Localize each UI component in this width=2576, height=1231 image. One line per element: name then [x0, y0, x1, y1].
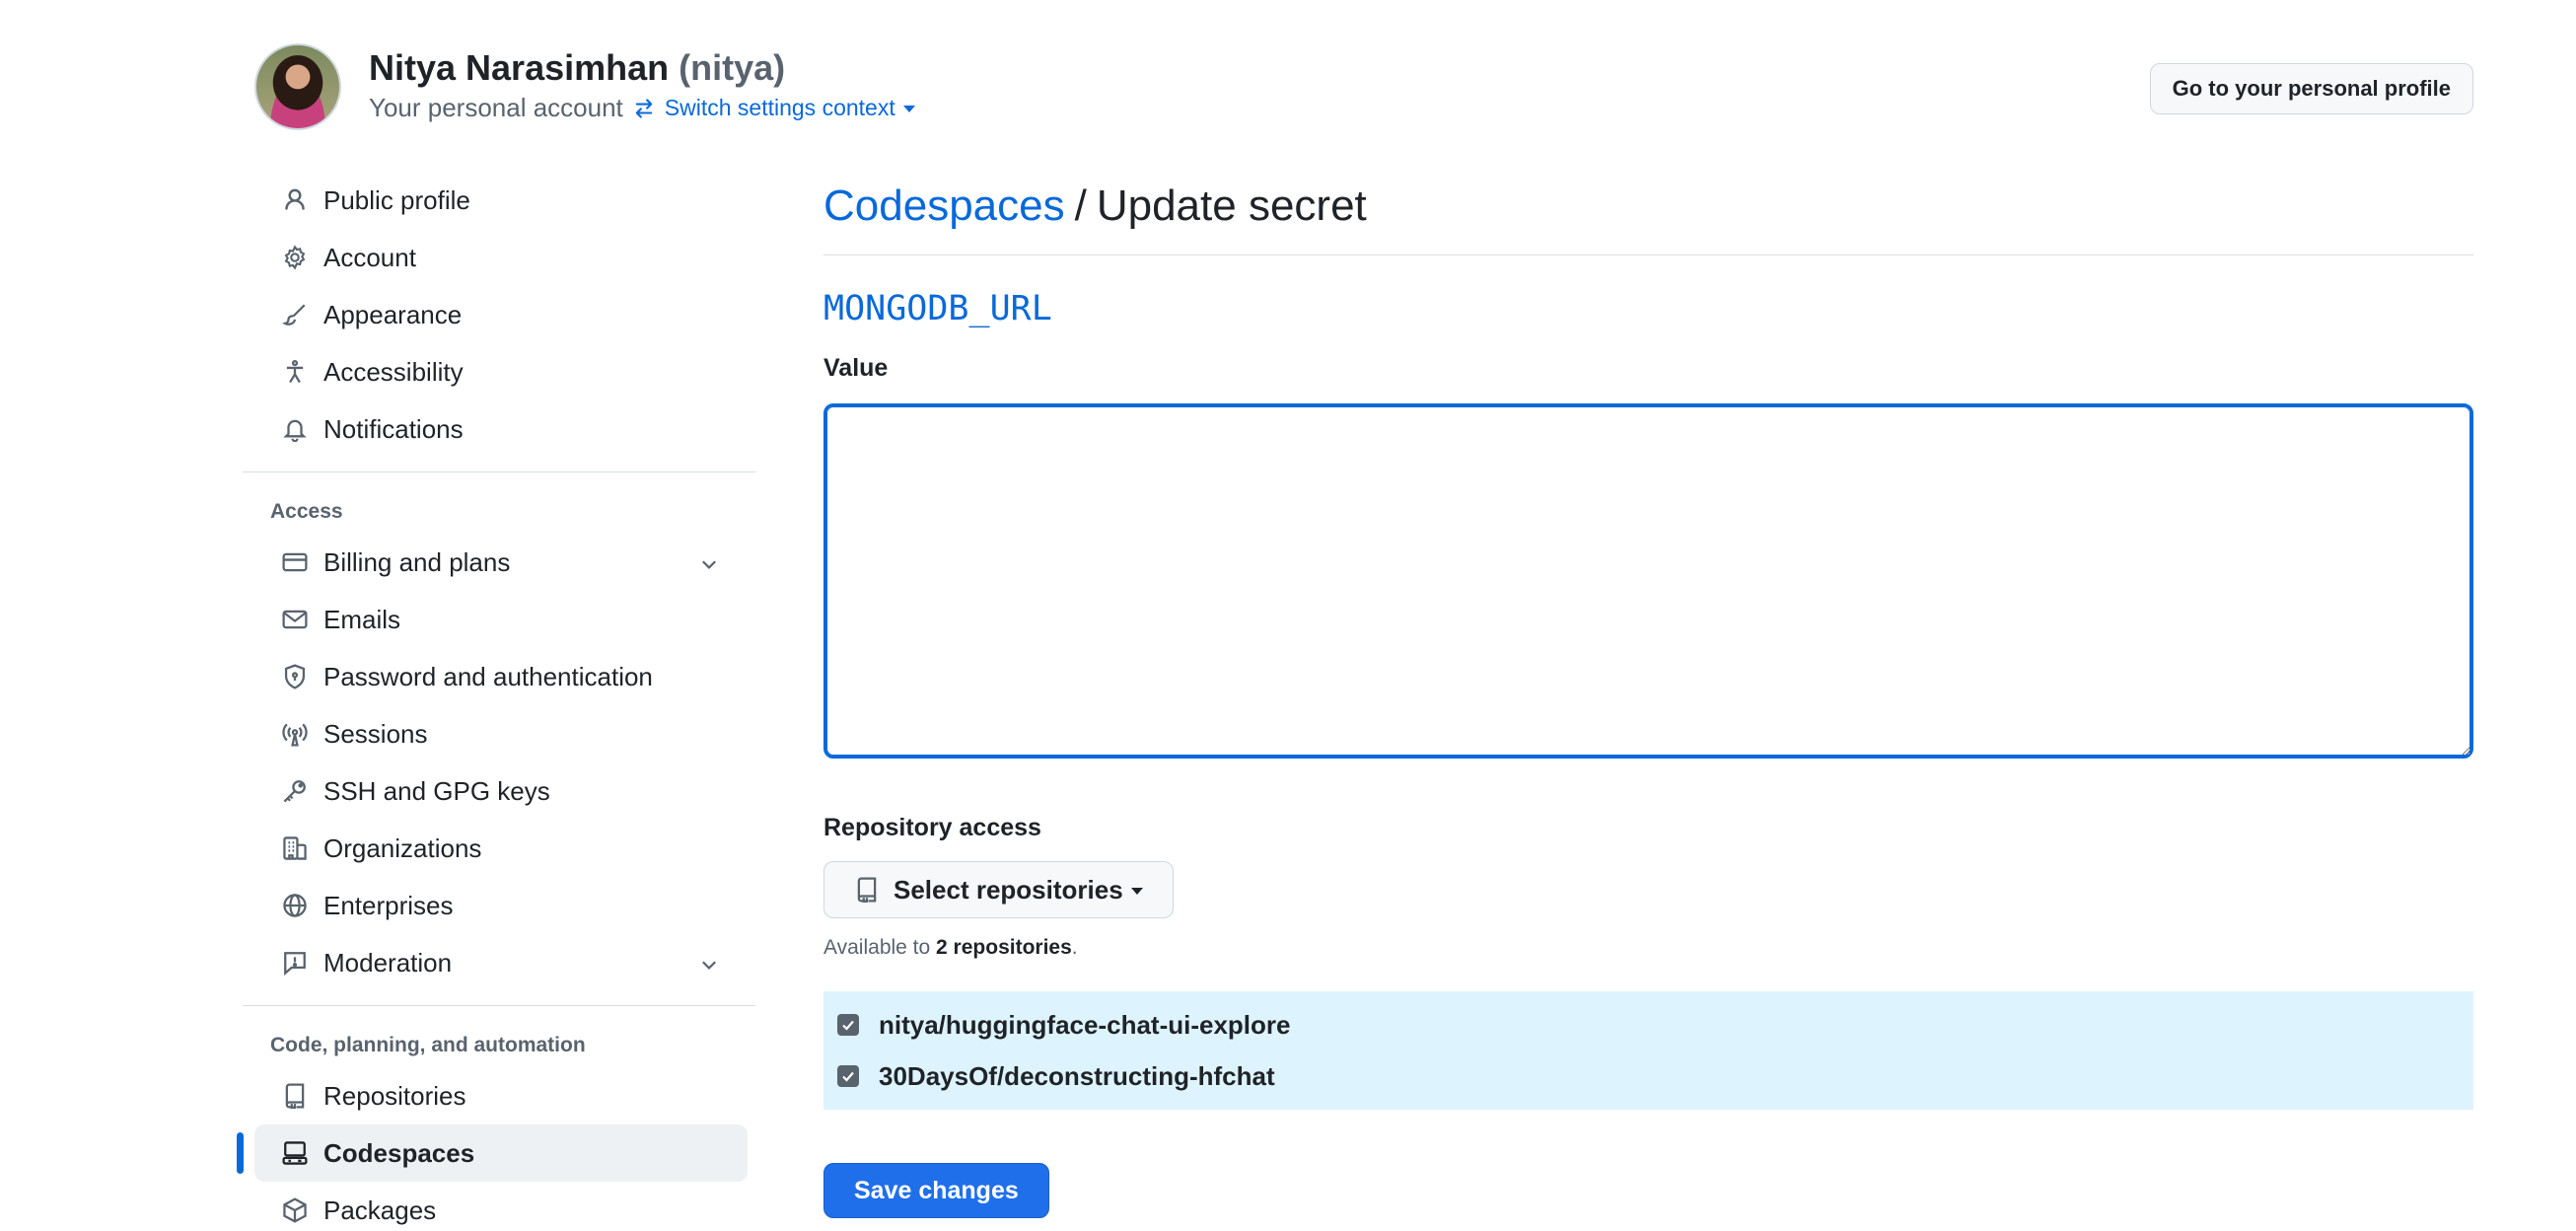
sidebar-item-organizations[interactable]: Organizations [254, 820, 748, 877]
title-divider [823, 254, 2473, 255]
sidebar-item-label: Emails [323, 604, 401, 634]
repository-access-label: Repository access [823, 814, 1041, 841]
account-line: Your personal account Switch settings co… [369, 93, 915, 123]
sidebar-item-emails[interactable]: Emails [254, 591, 748, 648]
sidebar-item-label: Password and authentication [323, 661, 653, 691]
person-icon [280, 185, 310, 215]
sidebar-item-label: Account [323, 242, 416, 272]
go-to-profile-button[interactable]: Go to your personal profile [2149, 63, 2473, 114]
shield-lock-icon [280, 662, 310, 691]
sidebar-heading-access: Access [270, 500, 343, 523]
user-display-name: Nitya Narasimhan (nitya) [369, 47, 785, 89]
sidebar-item-sessions[interactable]: Sessions [254, 705, 748, 762]
sidebar-item-password-authentication[interactable]: Password and authentication [254, 648, 748, 705]
sidebar-item-label: Billing and plans [323, 546, 511, 577]
sidebar-item-label: Moderation [323, 947, 453, 978]
sidebar-item-notifications[interactable]: Notifications [254, 400, 748, 458]
gear-icon [280, 243, 310, 272]
sidebar-divider [243, 1005, 755, 1006]
select-repositories-label: Select repositories [894, 874, 1123, 905]
list-item: nitya/huggingface-chat-ui-explore [823, 999, 2473, 1050]
page-title-text: Update secret [1096, 181, 1367, 230]
sidebar-item-repositories[interactable]: Repositories [254, 1067, 748, 1124]
sidebar-item-accessibility[interactable]: Accessibility [254, 343, 748, 400]
chevron-down-icon[interactable] [698, 551, 720, 582]
available-count: 2 repositories [936, 936, 1072, 959]
sidebar-item-label: Enterprises [323, 890, 454, 920]
page-title: Codespaces / Update secret [823, 172, 2473, 241]
sidebar-item-label: Sessions [323, 718, 428, 749]
sidebar-item-label: Organizations [323, 833, 482, 863]
paintbrush-icon [280, 300, 310, 329]
sidebar-item-label: Codespaces [323, 1137, 475, 1168]
breadcrumb-codespaces-link[interactable]: Codespaces [823, 181, 1065, 231]
caret-down-icon [1130, 887, 1143, 895]
settings-page: Nitya Narasimhan (nitya) Your personal a… [0, 0, 2576, 1231]
arrow-switch-icon [633, 98, 655, 119]
package-icon [280, 1195, 310, 1225]
bell-icon [280, 414, 310, 444]
sidebar-item-moderation[interactable]: Moderation [254, 934, 748, 991]
sidebar-item-label: Public profile [323, 184, 470, 215]
sidebar-heading-code-planning: Code, planning, and automation [270, 1034, 586, 1056]
key-icon [280, 776, 310, 806]
avatar[interactable] [254, 43, 341, 130]
sidebar-item-public-profile[interactable]: Public profile [254, 172, 748, 229]
repo-checkbox[interactable] [837, 1014, 859, 1036]
switch-context-label: Switch settings context [664, 95, 895, 120]
user-login: (nitya) [679, 47, 786, 88]
sidebar-item-codespaces[interactable]: Codespaces [237, 1124, 748, 1182]
sidebar-item-label: Accessibility [323, 356, 464, 387]
sidebar-item-label: Notifications [323, 413, 464, 444]
list-item: 30DaysOf/deconstructing-hfchat [823, 1050, 2473, 1102]
sidebar-item-label: Appearance [323, 299, 463, 329]
sidebar-item-label: Packages [323, 1195, 437, 1225]
sidebar-divider [243, 471, 755, 472]
accessibility-icon [280, 357, 310, 387]
sidebar-item-billing[interactable]: Billing and plans [254, 534, 748, 591]
sidebar-item-appearance[interactable]: Appearance [254, 286, 748, 343]
organization-icon [280, 833, 310, 863]
repo-name: 30DaysOf/deconstructing-hfchat [879, 1060, 1275, 1091]
display-name: Nitya Narasimhan [369, 47, 670, 88]
available-suffix: . [1071, 936, 1078, 959]
sidebar-item-packages[interactable]: Packages [254, 1182, 748, 1231]
secret-value-textarea[interactable] [823, 403, 2473, 759]
select-repositories-button[interactable]: Select repositories [823, 861, 1174, 918]
switch-settings-context-button[interactable]: Switch settings context [665, 95, 915, 121]
mail-icon [280, 605, 310, 634]
broadcast-icon [280, 719, 310, 749]
sidebar-item-label: Repositories [323, 1080, 466, 1111]
available-repositories-note: Available to 2 repositories. [823, 936, 2473, 966]
secret-name: MONGODB_URL [823, 289, 1052, 328]
settings-sidebar: Public profile Account Appearance Access… [237, 172, 755, 1231]
settings-header: Nitya Narasimhan (nitya) Your personal a… [254, 43, 2473, 132]
account-label: Your personal account [369, 93, 623, 122]
value-label: Value [823, 354, 889, 382]
repo-name: nitya/huggingface-chat-ui-explore [879, 1009, 1291, 1040]
repo-icon [854, 877, 880, 903]
credit-card-icon [280, 547, 310, 577]
main-content: Codespaces / Update secret MONGODB_URL V… [823, 172, 2473, 1218]
sidebar-item-account[interactable]: Account [254, 229, 748, 286]
breadcrumb-separator: / [1074, 181, 1087, 230]
sidebar-item-ssh-gpg-keys[interactable]: SSH and GPG keys [254, 762, 748, 820]
save-changes-button[interactable]: Save changes [823, 1163, 1049, 1218]
sidebar-item-label: SSH and GPG keys [323, 775, 550, 806]
repo-icon [280, 1081, 310, 1111]
available-prefix: Available to [823, 936, 931, 959]
caret-down-icon [902, 106, 915, 112]
repo-checkbox[interactable] [837, 1065, 859, 1087]
sidebar-item-enterprises[interactable]: Enterprises [254, 877, 748, 934]
codespaces-icon [280, 1138, 310, 1168]
globe-icon [280, 891, 310, 920]
report-icon [280, 948, 310, 978]
chevron-down-icon[interactable] [698, 952, 720, 982]
selected-repositories-list: nitya/huggingface-chat-ui-explore 30Days… [823, 991, 2473, 1110]
